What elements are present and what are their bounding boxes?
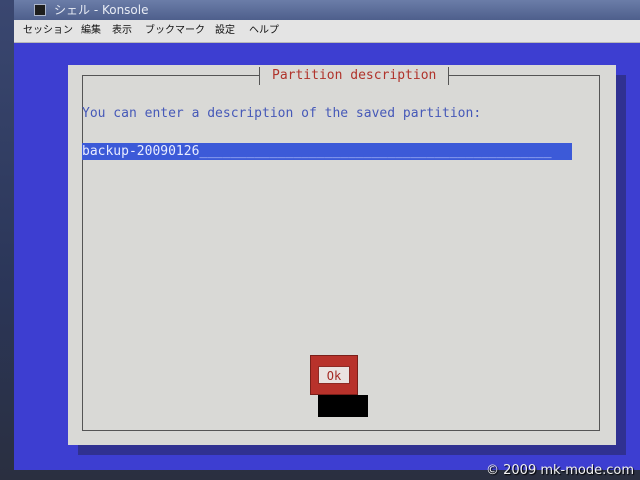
menubar: セッション 編集 表示 ブックマーク 設定 ヘルプ bbox=[14, 20, 640, 43]
partition-description-dialog: Partition description You can enter a de… bbox=[68, 65, 616, 445]
ok-button[interactable]: Ok bbox=[310, 355, 358, 395]
terminal-icon bbox=[34, 4, 46, 16]
menu-session[interactable]: セッション bbox=[20, 20, 76, 42]
photo-frame: シェル - Konsole セッション 編集 表示 ブックマーク 設定 ヘルプ … bbox=[0, 0, 640, 480]
ok-button-shadow bbox=[318, 395, 368, 417]
dialog-prompt: You can enter a description of the saved… bbox=[82, 106, 482, 121]
copyright-watermark: © 2009 mk-mode.com bbox=[486, 463, 634, 478]
window-title: シェル - Konsole bbox=[54, 3, 149, 17]
menu-edit[interactable]: 編集 bbox=[78, 20, 104, 42]
menu-view[interactable]: 表示 bbox=[109, 20, 135, 42]
description-input[interactable]: backup-20090126_________________________… bbox=[82, 143, 572, 160]
menu-settings[interactable]: 設定 bbox=[212, 20, 238, 42]
input-underscore-fill: ________________________________________… bbox=[199, 144, 552, 159]
konsole-window: シェル - Konsole セッション 編集 表示 ブックマーク 設定 ヘルプ … bbox=[14, 0, 640, 470]
window-titlebar[interactable]: シェル - Konsole bbox=[14, 0, 640, 20]
menu-bookmarks[interactable]: ブックマーク bbox=[142, 20, 208, 42]
menu-help[interactable]: ヘルプ bbox=[246, 20, 282, 42]
ok-button-label: Ok bbox=[318, 366, 350, 384]
dialog-title: Partition description bbox=[259, 67, 450, 85]
terminal-area[interactable]: Partition description You can enter a de… bbox=[14, 43, 640, 470]
description-input-value: backup-20090126 bbox=[82, 144, 200, 159]
